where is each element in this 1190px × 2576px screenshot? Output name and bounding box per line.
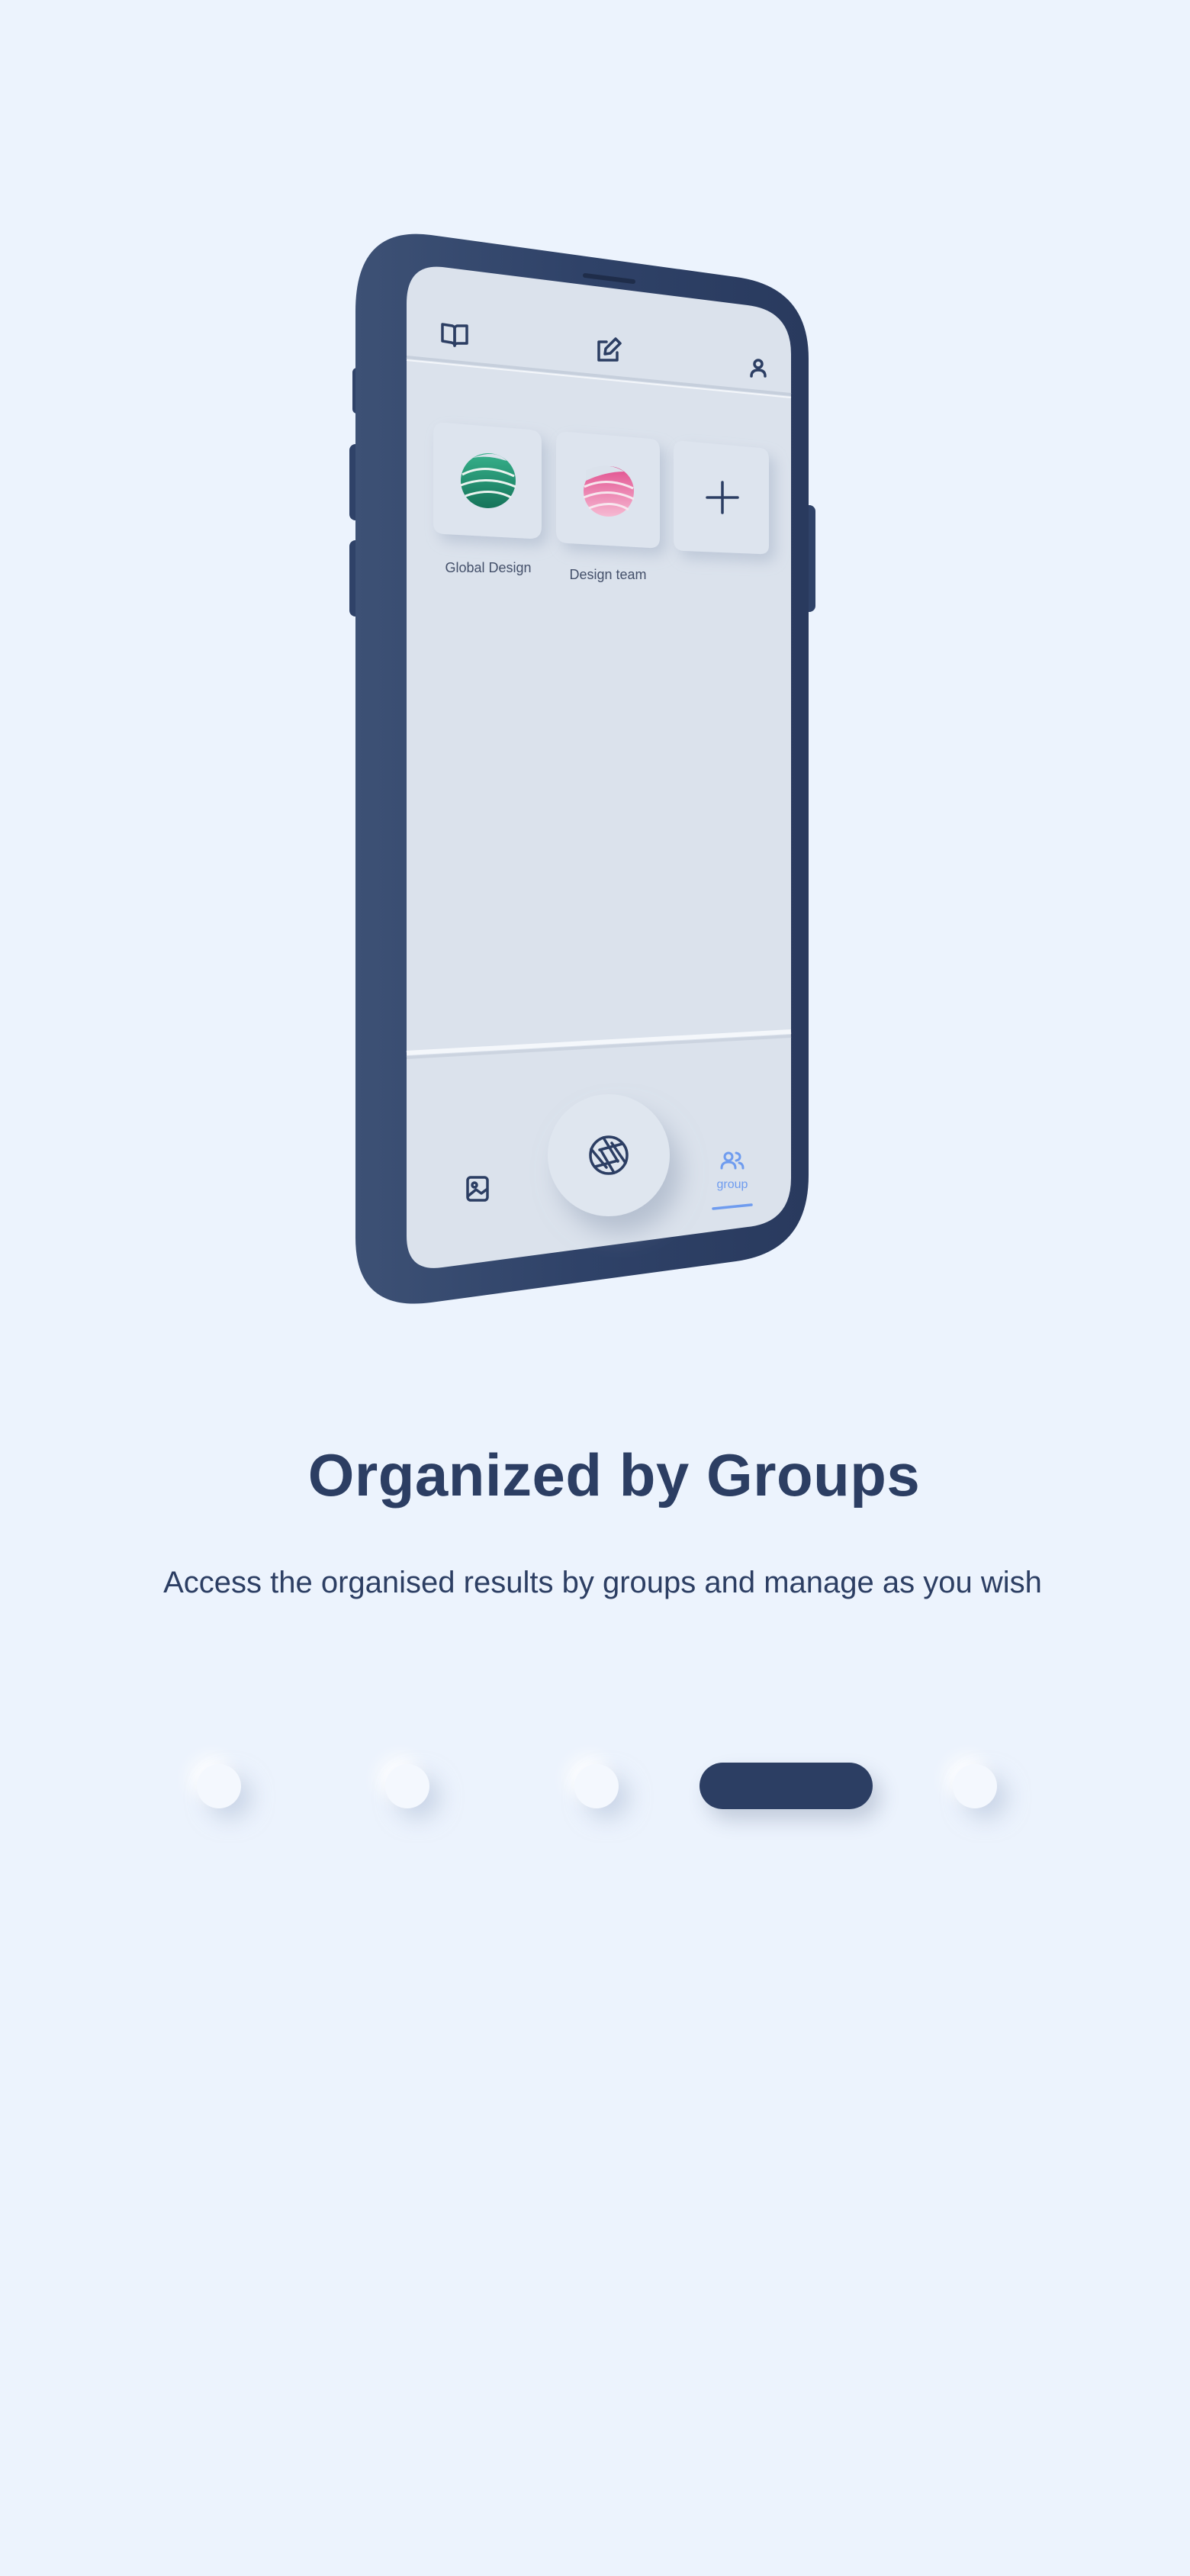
phone-illustration: Global Design Design team group <box>349 233 815 1304</box>
group-card-design-team[interactable] <box>556 431 660 549</box>
onboarding-subtitle: Access the organised results by groups a… <box>163 1566 1042 1599</box>
pink-globe-icon <box>583 465 635 517</box>
onboarding-title: Organized by Groups <box>307 1441 921 1509</box>
phone-mockup: Global Design Design team group <box>0 0 1190 1373</box>
page-dot-4-active[interactable] <box>700 1763 873 1809</box>
page-dot-1[interactable] <box>197 1764 241 1808</box>
page-dot-2[interactable] <box>385 1764 429 1808</box>
page-dot-5[interactable] <box>953 1764 997 1808</box>
group-label-design-team: Design team <box>569 567 646 582</box>
page-indicator <box>0 1763 1190 1809</box>
capture-button[interactable] <box>548 1094 670 1216</box>
group-label-global-design: Global Design <box>445 560 531 575</box>
page-dot-3[interactable] <box>574 1764 619 1808</box>
add-group-card[interactable] <box>674 440 769 555</box>
group-card-global-design[interactable] <box>433 422 542 539</box>
nav-label-group: group <box>717 1178 748 1191</box>
green-globe-icon <box>460 453 516 508</box>
